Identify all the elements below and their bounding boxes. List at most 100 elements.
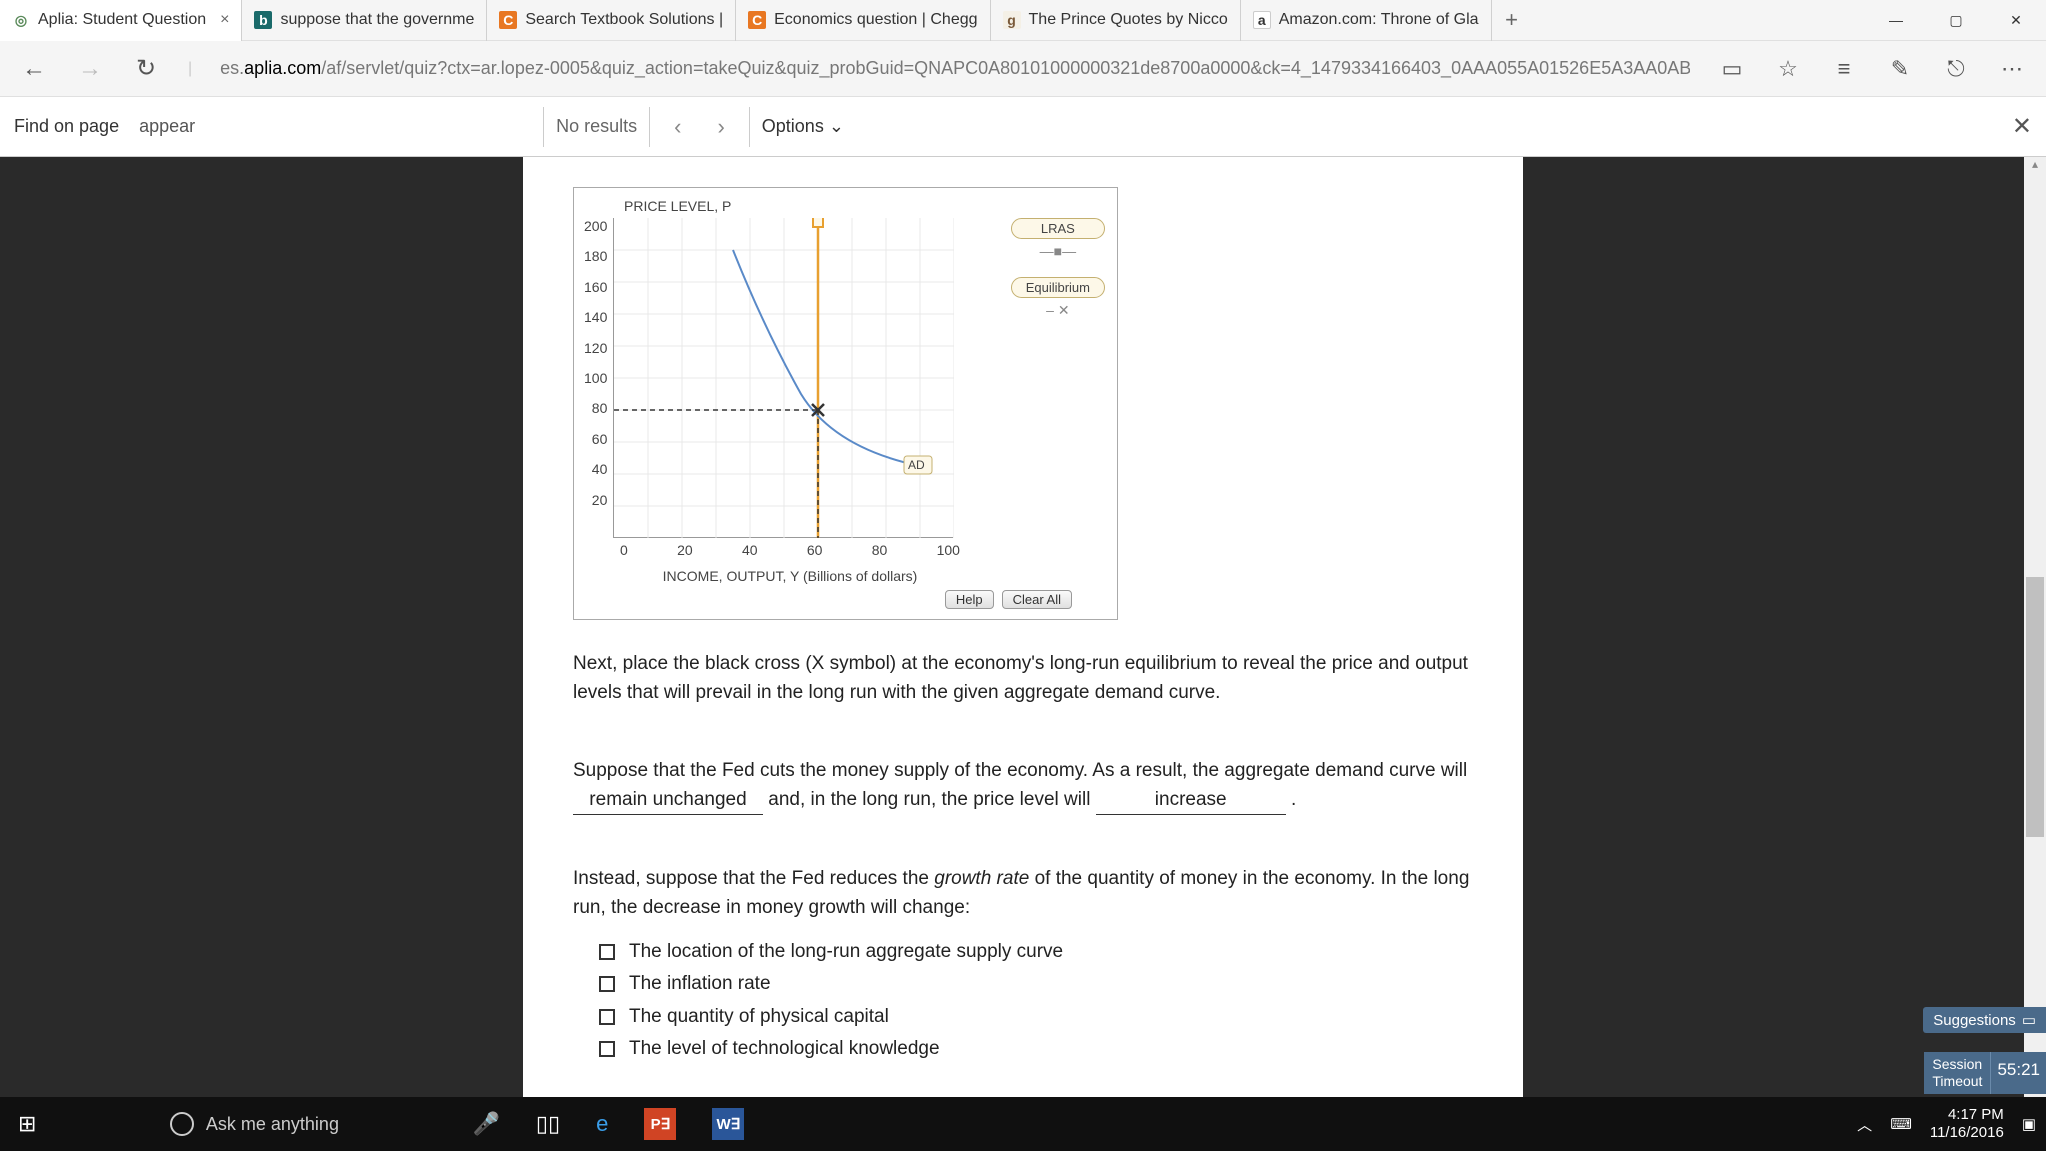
blank-1[interactable]: remain unchanged xyxy=(573,786,763,816)
suggestions-badge[interactable]: Suggestions▭ xyxy=(1923,1007,2046,1033)
x-tick: 0 xyxy=(620,542,628,558)
find-close-button[interactable]: ✕ xyxy=(2012,112,2032,141)
blank-2[interactable]: increase xyxy=(1096,786,1286,816)
check-row: The quantity of physical capital xyxy=(599,1001,1473,1033)
find-prev-button[interactable]: ‹ xyxy=(662,114,693,140)
x-tick: 20 xyxy=(677,542,693,558)
x-tick: 80 xyxy=(872,542,888,558)
legend-lras-symbol: —■— xyxy=(1011,243,1105,259)
task-view-button[interactable]: ▯▯ xyxy=(518,1097,578,1151)
legend-lras[interactable]: LRAS xyxy=(1011,218,1105,239)
system-tray: ︿ ⌨ 4:17 PM 11/16/2016 ▣ xyxy=(1857,1106,2046,1142)
share-icon[interactable]: ⎋ xyxy=(1942,56,1970,82)
mic-icon[interactable]: 🎤 xyxy=(454,1097,517,1151)
clear-all-button[interactable]: Clear All xyxy=(1002,590,1072,609)
session-label: Timeout xyxy=(1932,1073,1982,1090)
start-button[interactable]: ⊞ xyxy=(0,1097,54,1151)
checkbox[interactable] xyxy=(599,1041,615,1057)
check-label: The location of the long-run aggregate s… xyxy=(629,936,1063,968)
tray-chevron-icon[interactable]: ︿ xyxy=(1857,1114,1872,1135)
tab-goodreads[interactable]: g The Prince Quotes by Nicco xyxy=(991,0,1241,41)
x-tick: 100 xyxy=(937,542,960,558)
forward-button[interactable]: → xyxy=(76,55,104,83)
tab-label: Aplia: Student Question xyxy=(38,11,206,29)
plot-area[interactable]: AD xyxy=(613,218,953,538)
check-label: The inflation rate xyxy=(629,968,771,1000)
tab-icon-chegg: C xyxy=(748,11,766,29)
legend-eq-symbol: – ✕ xyxy=(1011,302,1105,319)
find-next-button[interactable]: › xyxy=(705,114,736,140)
tab-label: The Prince Quotes by Nicco xyxy=(1029,11,1228,29)
tab-icon-amazon: a xyxy=(1253,11,1271,29)
tab-aplia[interactable]: ◎ Aplia: Student Question × xyxy=(0,0,242,41)
minimize-button[interactable]: — xyxy=(1866,0,1926,41)
lras-handle xyxy=(813,218,823,227)
check-row: The inflation rate xyxy=(599,968,1473,1000)
question-p1: Next, place the black cross (X symbol) a… xyxy=(573,650,1473,707)
tab-chegg2[interactable]: C Economics question | Chegg xyxy=(736,0,990,41)
y-tick: 200 xyxy=(584,218,607,234)
word-taskbar-icon[interactable]: W∃ xyxy=(694,1097,762,1151)
tab-label: Amazon.com: Throne of Gla xyxy=(1279,11,1479,29)
back-button[interactable]: ← xyxy=(20,55,48,83)
taskbar: ⊞ Ask me anything 🎤 ▯▯ e P∃ W∃ ︿ ⌨ 4:17 … xyxy=(0,1097,2046,1151)
help-button[interactable]: Help xyxy=(945,590,994,609)
favorite-icon[interactable]: ☆ xyxy=(1774,56,1802,82)
legend-equilibrium[interactable]: Equilibrium xyxy=(1011,277,1105,298)
y-tick: 160 xyxy=(584,279,607,295)
notifications-icon[interactable]: ▣ xyxy=(2022,1115,2036,1133)
url-path: /af/servlet/quiz?ctx=ar.lopez-0005&quiz_… xyxy=(321,58,1690,78)
y-tick: 60 xyxy=(592,431,608,447)
checkbox[interactable] xyxy=(599,944,615,960)
more-icon[interactable]: ⋯ xyxy=(1998,56,2026,82)
check-row: The level of technological knowledge xyxy=(599,1033,1473,1065)
edge-taskbar-icon[interactable]: e xyxy=(578,1097,626,1151)
tab-label: Search Textbook Solutions | xyxy=(525,11,723,29)
find-options[interactable]: Options ⌄ xyxy=(762,116,844,137)
find-input[interactable] xyxy=(131,112,531,141)
tab-chegg1[interactable]: C Search Textbook Solutions | xyxy=(487,0,736,41)
x-tick: 40 xyxy=(742,542,758,558)
find-results: No results xyxy=(556,116,637,137)
y-tick: 180 xyxy=(584,248,607,264)
webnote-icon[interactable]: ✎ xyxy=(1886,56,1914,82)
url-bar[interactable]: es.aplia.com/af/servlet/quiz?ctx=ar.lope… xyxy=(220,58,1690,79)
chevron-down-icon: ⌄ xyxy=(829,116,844,136)
checkbox[interactable] xyxy=(599,1009,615,1025)
session-time: 55:21 xyxy=(1990,1052,2046,1094)
y-tick: 140 xyxy=(584,309,607,325)
scrollbar-thumb[interactable] xyxy=(2026,577,2044,837)
y-axis: 200 180 160 140 120 100 80 60 40 20 xyxy=(584,218,613,538)
question-p3: Instead, suppose that the Fed reduces th… xyxy=(573,865,1473,922)
new-tab-button[interactable]: + xyxy=(1492,0,1532,41)
ad-label: AD xyxy=(908,458,925,472)
addressbar: ← → ↻ | es.aplia.com/af/servlet/quiz?ctx… xyxy=(0,41,2046,97)
tray-clock[interactable]: 4:17 PM 11/16/2016 xyxy=(1930,1106,2004,1142)
y-tick: 80 xyxy=(592,400,608,416)
session-badge[interactable]: Session Timeout 55:21 xyxy=(1924,1052,2046,1094)
scroll-up-icon[interactable]: ▴ xyxy=(2024,157,2046,179)
check-row: The location of the long-run aggregate s… xyxy=(599,936,1473,968)
close-icon[interactable]: × xyxy=(220,11,229,29)
content-area: PRICE LEVEL, P 200 180 160 140 120 100 8… xyxy=(0,157,2046,1097)
chart-legend: LRAS —■— Equilibrium – ✕ xyxy=(1011,218,1105,319)
cortana-placeholder: Ask me anything xyxy=(206,1114,339,1135)
hub-icon[interactable]: ≡ xyxy=(1830,56,1858,82)
tray-date: 11/16/2016 xyxy=(1930,1124,2004,1142)
scrollbar[interactable]: ▴ ▾ xyxy=(2024,157,2046,1097)
chart-container: PRICE LEVEL, P 200 180 160 140 120 100 8… xyxy=(573,187,1118,620)
checkbox[interactable] xyxy=(599,976,615,992)
refresh-button[interactable]: ↻ xyxy=(132,54,160,83)
chart-title: PRICE LEVEL, P xyxy=(624,198,1102,214)
tab-bing[interactable]: b suppose that the governme xyxy=(242,0,487,41)
tab-label: suppose that the governme xyxy=(280,11,474,29)
close-window-button[interactable]: ✕ xyxy=(1986,0,2046,41)
tab-amazon[interactable]: a Amazon.com: Throne of Gla xyxy=(1241,0,1492,41)
powerpoint-taskbar-icon[interactable]: P∃ xyxy=(626,1097,694,1151)
maximize-button[interactable]: ▢ xyxy=(1926,0,1986,41)
question-p2: Suppose that the Fed cuts the money supp… xyxy=(573,757,1473,815)
reading-view-icon[interactable]: ▭ xyxy=(1718,56,1746,82)
cortana-search[interactable]: Ask me anything xyxy=(54,1097,454,1151)
find-label: Find on page xyxy=(14,116,119,137)
keyboard-icon[interactable]: ⌨ xyxy=(1890,1115,1912,1133)
